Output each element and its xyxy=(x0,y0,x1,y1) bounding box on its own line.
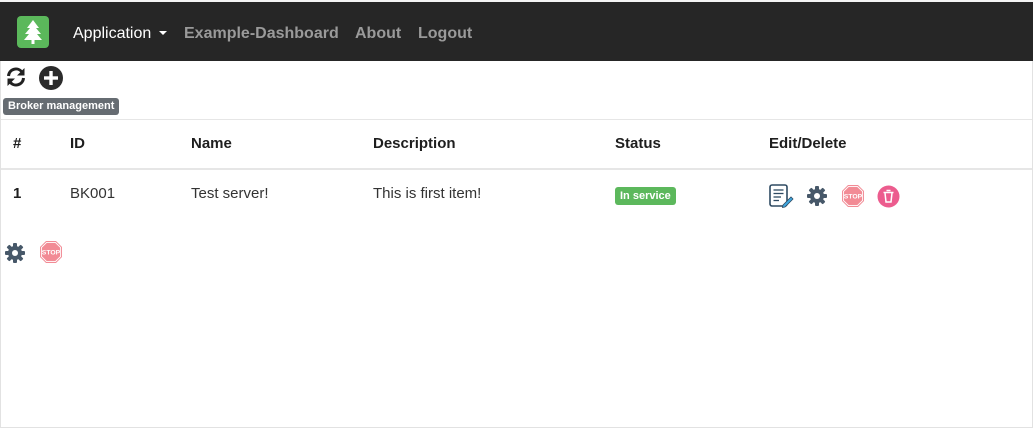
row-number: 1 xyxy=(13,185,22,202)
stop-button[interactable]: STOP xyxy=(841,184,865,213)
trash-icon xyxy=(877,185,900,208)
plus-circle-icon xyxy=(39,66,63,90)
add-button[interactable] xyxy=(38,65,64,91)
stop-label: STOP xyxy=(42,250,61,257)
tooltip: Broker management xyxy=(3,98,120,115)
header-edit-delete: Edit/Delete xyxy=(769,135,847,152)
row-name: Test server! xyxy=(191,185,269,202)
gear-icon xyxy=(5,243,25,263)
gear-icon xyxy=(807,186,827,206)
header-status: Status xyxy=(615,135,661,152)
nav-logout[interactable]: Logout xyxy=(418,24,472,44)
delete-button[interactable] xyxy=(877,185,900,213)
header-divider xyxy=(1,168,1032,170)
nav-about[interactable]: About xyxy=(355,24,401,44)
header-description: Description xyxy=(373,135,456,152)
brand-logo[interactable] xyxy=(17,16,49,48)
tree-icon xyxy=(24,20,42,44)
header-number: # xyxy=(13,135,22,152)
footer-settings-button[interactable] xyxy=(4,242,26,269)
application-label: Application xyxy=(73,25,152,42)
refresh-button[interactable] xyxy=(4,65,28,89)
table-top-border xyxy=(1,119,1032,120)
header-id: ID xyxy=(70,135,85,152)
row-description: This is first item! xyxy=(373,185,482,202)
row-id: BK001 xyxy=(70,185,116,202)
refresh-icon xyxy=(7,67,25,87)
settings-button[interactable] xyxy=(806,185,828,212)
stop-label: STOP xyxy=(844,194,863,201)
edit-button[interactable] xyxy=(768,183,794,214)
header-name: Name xyxy=(191,135,232,152)
page-frame xyxy=(0,0,1033,428)
caret-down-icon xyxy=(159,30,168,35)
edit-document-icon xyxy=(769,184,794,209)
stop-sign-icon: STOP xyxy=(842,185,864,207)
nav-example-dashboard[interactable]: Example-Dashboard xyxy=(184,24,339,44)
footer-stop-button[interactable]: STOP xyxy=(39,240,63,269)
application-dropdown[interactable]: Application xyxy=(73,24,168,44)
stop-sign-icon: STOP xyxy=(40,241,62,263)
status-badge: In service xyxy=(615,187,676,205)
navbar: Application Example-Dashboard About Logo… xyxy=(0,2,1033,61)
